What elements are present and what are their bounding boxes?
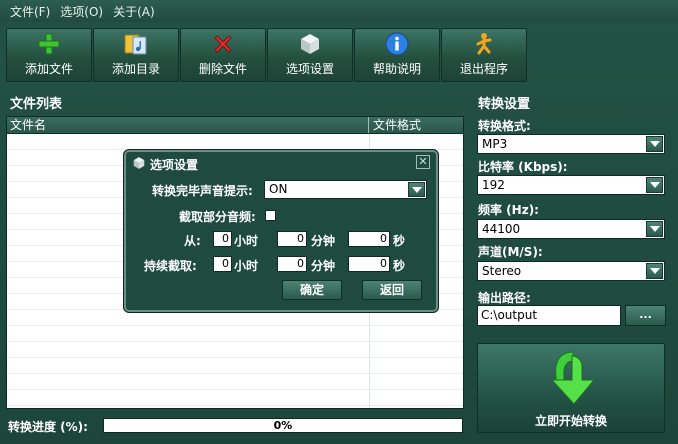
add-dir-label: 添加目录 bbox=[111, 62, 160, 76]
menu-options[interactable]: 选项(O) bbox=[60, 3, 103, 20]
delete-x-icon bbox=[210, 31, 236, 57]
sound-prompt-value: ON bbox=[269, 182, 288, 196]
format-value: MP3 bbox=[482, 137, 508, 151]
frequency-label: 频率 (Hz): bbox=[478, 203, 539, 217]
delete-file-label: 删除文件 bbox=[198, 62, 247, 76]
file-list-header: 文件名 文件格式 bbox=[7, 117, 463, 134]
chevron-down-icon[interactable] bbox=[646, 177, 663, 193]
duration-second-input[interactable]: 0 bbox=[348, 256, 390, 272]
channel-label: 声道(M/S): bbox=[478, 245, 543, 259]
duration-minute-input[interactable]: 0 bbox=[277, 256, 307, 272]
sound-prompt-label: 转换完毕声音提示: bbox=[152, 184, 253, 198]
start-convert-button[interactable]: 立即开始转换 bbox=[477, 343, 665, 433]
close-icon[interactable]: ✕ bbox=[416, 155, 430, 169]
dialog-title: 选项设置 bbox=[150, 157, 199, 172]
folder-music-icon bbox=[123, 31, 149, 57]
progress-label: 转换进度 (%): bbox=[8, 420, 88, 434]
output-path-input[interactable]: C:\output bbox=[477, 305, 621, 326]
app-window: 文件(F) 选项(O) 关于(A) 添加文件 添加目录 删除文件 选项设置 帮助… bbox=[0, 0, 678, 444]
help-button[interactable]: 帮助说明 bbox=[354, 28, 440, 82]
settings-title: 转换设置 bbox=[478, 97, 531, 112]
chevron-down-icon[interactable] bbox=[646, 263, 663, 279]
menu-bar: 文件(F) 选项(O) 关于(A) bbox=[0, 0, 678, 22]
bitrate-value: 192 bbox=[482, 178, 505, 192]
from-hour-input[interactable]: 0 bbox=[213, 231, 232, 247]
duration-hour-input[interactable]: 0 bbox=[213, 256, 232, 272]
from-minute-unit: 分钟 bbox=[311, 234, 336, 248]
start-convert-label: 立即开始转换 bbox=[534, 414, 607, 428]
options-dialog: 选项设置 ✕ 转换完毕声音提示: ON 截取部分音频: 从: 0 小时 0 分钟… bbox=[123, 149, 439, 313]
output-path-label: 输出路径: bbox=[478, 291, 531, 305]
duration-hour-unit: 小时 bbox=[234, 259, 259, 273]
from-second-input[interactable]: 0 bbox=[348, 231, 390, 247]
column-header-filename[interactable]: 文件名 bbox=[7, 117, 369, 133]
duration-minute-unit: 分钟 bbox=[311, 259, 336, 273]
add-file-button[interactable]: 添加文件 bbox=[6, 28, 92, 82]
dialog-title-bar: 选项设置 bbox=[132, 155, 198, 173]
progress-bar: 0% bbox=[103, 418, 463, 433]
bitrate-select[interactable]: 192 bbox=[477, 175, 665, 195]
options-button[interactable]: 选项设置 bbox=[267, 28, 353, 82]
frequency-select[interactable]: 44100 bbox=[477, 219, 665, 239]
plus-icon bbox=[36, 31, 62, 57]
start-arrow-icon bbox=[550, 350, 596, 409]
from-second-unit: 秒 bbox=[393, 234, 406, 248]
help-label: 帮助说明 bbox=[372, 62, 421, 76]
add-file-label: 添加文件 bbox=[24, 62, 73, 76]
toolbar: 添加文件 添加目录 删除文件 选项设置 帮助说明 退出程序 bbox=[6, 28, 528, 82]
exit-button[interactable]: 退出程序 bbox=[441, 28, 527, 82]
progress-text: 0% bbox=[273, 419, 293, 432]
channel-value: Stereo bbox=[482, 264, 522, 278]
back-button[interactable]: 返回 bbox=[362, 280, 422, 300]
add-dir-button[interactable]: 添加目录 bbox=[93, 28, 179, 82]
partial-audio-label: 截取部分音频: bbox=[179, 210, 256, 224]
sound-prompt-select[interactable]: ON bbox=[264, 180, 427, 199]
frequency-value: 44100 bbox=[482, 222, 521, 236]
duration-label: 持续截取: bbox=[144, 259, 197, 273]
cube-icon bbox=[297, 31, 323, 57]
format-label: 转换格式: bbox=[478, 119, 531, 133]
cube-icon bbox=[132, 156, 146, 173]
browse-button[interactable]: ... bbox=[625, 305, 666, 326]
from-label: 从: bbox=[184, 234, 201, 248]
format-select[interactable]: MP3 bbox=[477, 134, 665, 154]
bitrate-label: 比特率 (Kbps): bbox=[478, 160, 568, 174]
duration-second-unit: 秒 bbox=[393, 259, 406, 273]
options-label: 选项设置 bbox=[285, 62, 334, 76]
partial-audio-checkbox[interactable] bbox=[265, 210, 276, 221]
from-minute-input[interactable]: 0 bbox=[277, 231, 307, 247]
info-icon bbox=[384, 31, 410, 57]
menu-file[interactable]: 文件(F) bbox=[10, 3, 50, 20]
exit-label: 退出程序 bbox=[459, 62, 508, 76]
menu-about[interactable]: 关于(A) bbox=[113, 3, 155, 20]
chevron-down-icon[interactable] bbox=[646, 221, 663, 237]
from-hour-unit: 小时 bbox=[234, 234, 259, 248]
chevron-down-icon[interactable] bbox=[646, 136, 663, 152]
channel-select[interactable]: Stereo bbox=[477, 261, 665, 281]
column-header-format[interactable]: 文件格式 bbox=[369, 117, 463, 133]
file-list-title: 文件列表 bbox=[10, 97, 63, 112]
ok-button[interactable]: 确定 bbox=[282, 280, 342, 300]
chevron-down-icon[interactable] bbox=[408, 182, 425, 197]
delete-file-button[interactable]: 删除文件 bbox=[180, 28, 266, 82]
exit-runner-icon bbox=[471, 31, 497, 57]
